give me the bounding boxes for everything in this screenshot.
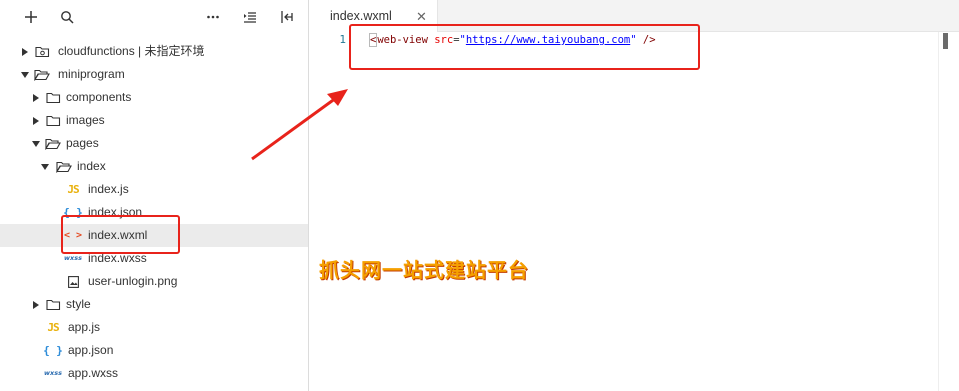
- tree-item-label: user-unlogin.png: [88, 274, 178, 288]
- tree-item-label: miniprogram: [58, 67, 125, 81]
- js-icon: JS: [67, 183, 79, 196]
- tree-item-cloudfunctions[interactable]: cloudfunctions | 未指定环境: [0, 40, 308, 63]
- file-tree: cloudfunctions | 未指定环境 miniprogram compo…: [0, 40, 308, 385]
- add-icon[interactable]: [21, 7, 41, 27]
- explorer-toolbar: [0, 0, 308, 34]
- json-icon: { }: [43, 344, 63, 357]
- tree-item-label: components: [66, 90, 132, 104]
- tab-label: index.wxml: [330, 9, 392, 23]
- highlight-box-file: [61, 215, 180, 254]
- collapse-icon[interactable]: [277, 7, 297, 27]
- folder-open-icon: [56, 155, 72, 178]
- folder-icon: [45, 86, 61, 109]
- tree-item-components[interactable]: components: [0, 86, 308, 109]
- tree-item-miniprogram[interactable]: miniprogram: [0, 63, 308, 86]
- tree-item-user-unlogin[interactable]: user-unlogin.png: [0, 270, 308, 293]
- tree-item-images[interactable]: images: [0, 109, 308, 132]
- tree-item-label: app.wxss: [68, 366, 119, 380]
- caret-down-icon[interactable]: [40, 155, 50, 178]
- wxss-icon: wxss: [44, 369, 62, 377]
- caret-down-icon[interactable]: [31, 132, 41, 155]
- search-icon[interactable]: [57, 7, 77, 27]
- folder-cloud-icon: [34, 40, 50, 63]
- tree-item-label: images: [66, 113, 105, 127]
- tree-item-index-js[interactable]: JS index.js: [0, 178, 308, 201]
- folder-open-icon: [45, 132, 61, 155]
- tree-item-label: app.json: [68, 343, 114, 357]
- scrollbar-thumb[interactable]: [943, 33, 948, 49]
- line-number: 1: [339, 33, 346, 46]
- tree-item-app-wxss[interactable]: wxss app.wxss: [0, 362, 308, 385]
- caret-right-icon[interactable]: [20, 40, 30, 63]
- outline-icon[interactable]: [240, 7, 260, 27]
- folder-icon: [45, 109, 61, 132]
- folder-open-icon: [34, 63, 50, 86]
- highlight-box-code: [349, 24, 700, 70]
- tree-item-label: index: [77, 159, 106, 173]
- caret-down-icon[interactable]: [20, 63, 30, 86]
- tree-item-style[interactable]: style: [0, 293, 308, 316]
- file-explorer-sidebar: cloudfunctions | 未指定环境 miniprogram compo…: [0, 0, 309, 391]
- tree-item-index-folder[interactable]: index: [0, 155, 308, 178]
- scrollbar-track[interactable]: [938, 32, 939, 391]
- caret-right-icon[interactable]: [31, 86, 41, 109]
- js-icon: JS: [47, 321, 59, 334]
- tree-item-pages[interactable]: pages: [0, 132, 308, 155]
- tree-item-label: app.js: [68, 320, 101, 334]
- tree-item-label: style: [66, 297, 91, 311]
- more-icon[interactable]: [203, 7, 223, 27]
- folder-icon: [45, 293, 61, 316]
- tree-item-label: index.js: [88, 182, 129, 196]
- tree-item-app-js[interactable]: JS app.js: [0, 316, 308, 339]
- caret-right-icon[interactable]: [31, 293, 41, 316]
- tree-item-label: cloudfunctions | 未指定环境: [58, 44, 205, 58]
- close-icon[interactable]: ✕: [416, 9, 427, 25]
- caret-right-icon[interactable]: [31, 109, 41, 132]
- caption-overlay: 抓头网一站式建站平台: [319, 258, 529, 282]
- tree-item-app-json[interactable]: { } app.json: [0, 339, 308, 362]
- tree-item-label: pages: [66, 136, 99, 150]
- image-icon: [65, 270, 81, 293]
